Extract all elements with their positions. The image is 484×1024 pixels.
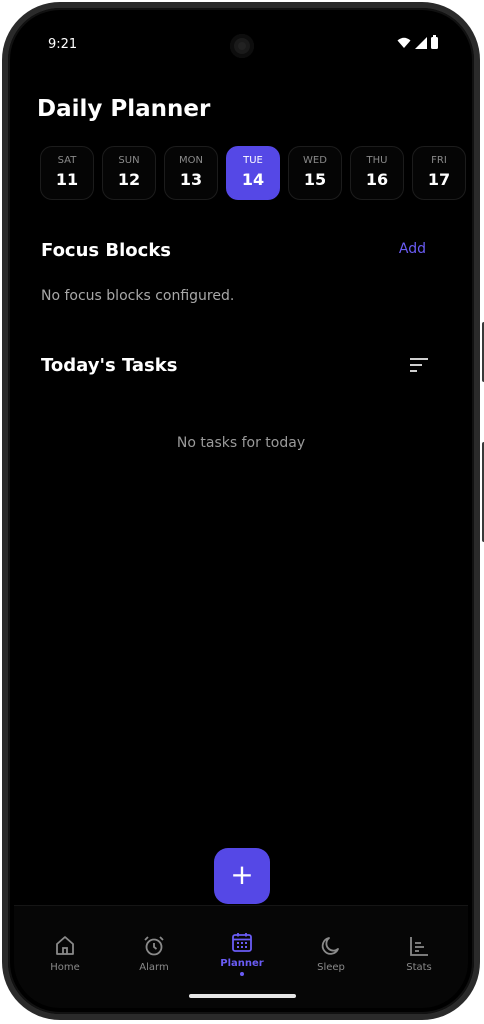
nav-stats[interactable]: Stats [384,934,454,973]
nav-label: Alarm [139,962,169,973]
active-indicator-dot [240,972,244,976]
home-icon [56,936,74,955]
bezel: 9:21 Daily Planner SAT 11 SUN 12 MON 13 … [8,8,474,1014]
screen: 9:21 Daily Planner SAT 11 SUN 12 MON 13 … [14,14,468,1008]
tasks-empty-message: No tasks for today [176,435,306,451]
todays-tasks-title: Today's Tasks [41,355,178,376]
bar-chart-icon [410,937,428,956]
day-name: SAT [57,155,77,166]
day-number: 15 [303,170,327,189]
wifi-icon [397,37,411,48]
signal-icon [415,37,427,49]
calendar-icon [232,933,252,952]
day-number: 17 [427,170,451,189]
sort-icon[interactable] [408,358,430,372]
nav-label: Sleep [317,962,345,973]
battery-icon [431,35,438,49]
nav-home[interactable]: Home [30,934,100,973]
day-number: 14 [241,170,265,189]
focus-empty-message: No focus blocks configured. [41,288,235,304]
day-number: 12 [117,170,141,189]
day-thu[interactable]: THU 16 [350,146,404,200]
day-fri[interactable]: FRI 17 [412,146,466,200]
day-number: 16 [365,170,389,189]
status-time: 9:21 [48,37,78,52]
day-name: THU [366,155,388,166]
nav-planner[interactable]: Planner [207,930,277,976]
day-name: TUE [243,155,263,166]
add-focus-block-button[interactable]: Add [399,241,426,257]
day-name: MON [179,155,203,166]
day-mon[interactable]: MON 13 [164,146,218,200]
day-name: WED [303,155,327,166]
day-wed[interactable]: WED 15 [288,146,342,200]
day-number: 11 [55,170,79,189]
day-number: 13 [179,170,203,189]
add-task-fab[interactable]: + [214,848,270,904]
nav-sleep[interactable]: Sleep [296,934,366,973]
day-tue-selected[interactable]: TUE 14 [226,146,280,200]
nav-alarm[interactable]: Alarm [119,934,189,973]
home-indicator [189,994,296,998]
nav-label: Home [50,962,80,973]
status-icons [397,35,438,49]
moon-icon [321,937,339,955]
nav-label: Stats [406,962,432,973]
nav-label: Planner [220,958,264,969]
focus-blocks-title: Focus Blocks [41,240,172,261]
device-frame: 9:21 Daily Planner SAT 11 SUN 12 MON 13 … [2,2,484,1020]
day-sun[interactable]: SUN 12 [102,146,156,200]
status-bar: 9:21 [14,14,468,66]
page-title: Daily Planner [37,96,211,122]
day-name: FRI [431,155,447,166]
plus-icon: + [230,858,254,891]
day-selector: SAT 11 SUN 12 MON 13 TUE 14 WED 15 THU 1… [40,146,468,200]
front-camera [230,34,254,58]
day-sat[interactable]: SAT 11 [40,146,94,200]
alarm-icon [144,936,164,956]
day-name: SUN [118,155,140,166]
bottom-nav: Home Alarm Planner Sleep Stats [14,905,468,1008]
